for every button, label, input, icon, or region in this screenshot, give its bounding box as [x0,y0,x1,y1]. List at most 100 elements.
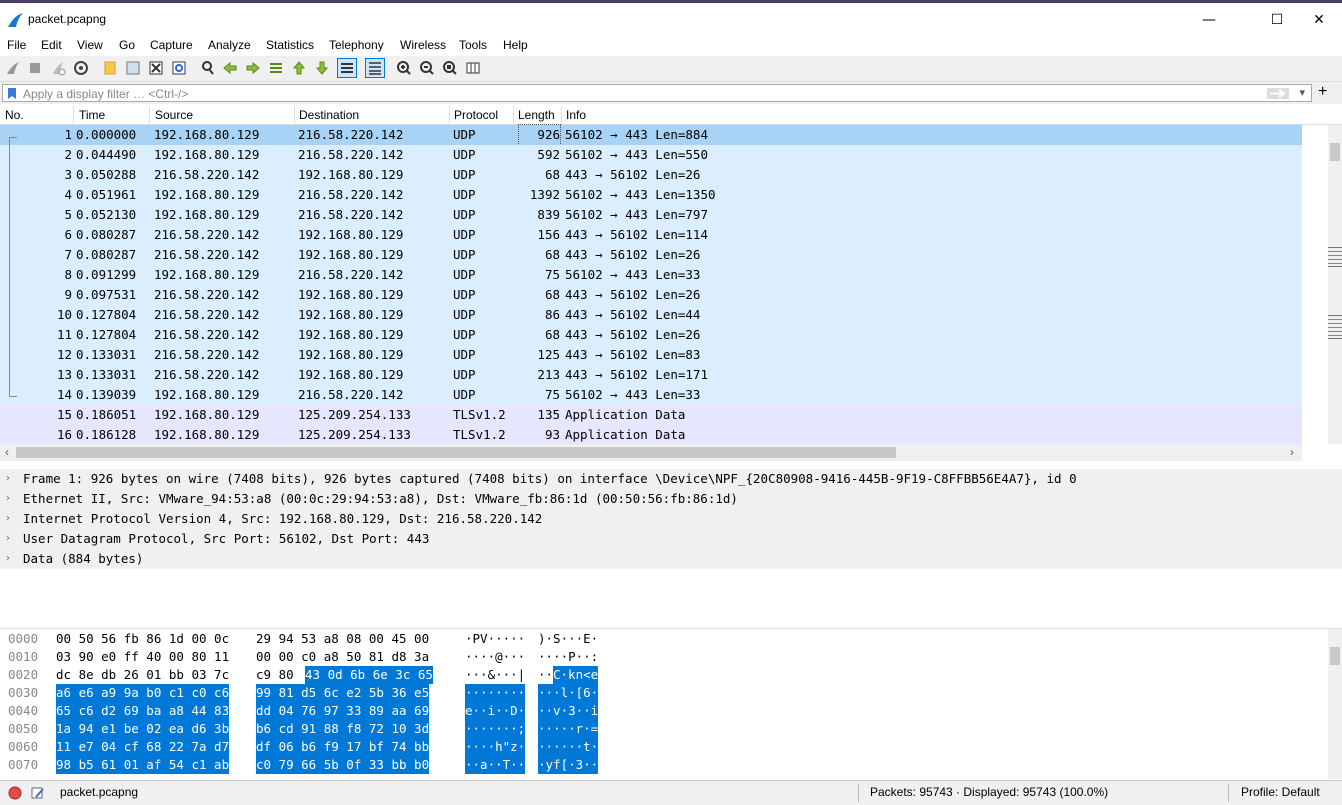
packet-row[interactable]: 2 0.044490 192.168.80.129 216.58.220.142 UDP… [0,145,1302,165]
menu-file[interactable]: File [7,38,26,52]
col-destination[interactable]: Destination [299,108,359,122]
col-source[interactable]: Source [155,108,193,122]
expert-info-icon[interactable] [8,786,22,800]
bytes-row[interactable]: 0070 98 b5 61 01 af 54 c1 ab c0 79 66 5b 0… [0,756,1320,774]
bytes-row[interactable]: 0010 03 90 e0 ff 40 00 80 11 00 00 c0 a8 5… [0,648,1320,666]
col-no[interactable]: No. [5,108,24,122]
packet-row[interactable]: 14 0.139039 192.168.80.129 216.58.220.142 UD… [0,385,1302,405]
normal-size-icon[interactable] [442,60,458,76]
go-to-packet-icon[interactable] [268,60,284,76]
packet-row[interactable]: 12 0.133031 216.58.220.142 192.168.80.129 UD… [0,345,1302,365]
go-back-icon[interactable] [222,60,238,76]
first-packet-icon[interactable] [291,60,307,76]
cell-info: 443 → 56102 Len=44 [565,307,701,322]
colorize-icon[interactable] [365,58,385,78]
apply-filter-icon[interactable] [1267,88,1289,99]
packet-row[interactable]: 6 0.080287 216.58.220.142 192.168.80.129 UDP… [0,225,1302,245]
cell-length: 75 [544,387,560,402]
expand-icon[interactable]: › [6,469,10,489]
menu-edit[interactable]: Edit [41,38,62,52]
bytes-row[interactable]: 0000 00 50 56 fb 86 1d 00 0c 29 94 53 a8 0… [0,630,1320,648]
packet-row[interactable]: 9 0.097531 216.58.220.142 192.168.80.129 UDP… [0,285,1302,305]
bytes-hex-selected: 43 0d 6b 6e 3c 65 [305,666,433,684]
col-info[interactable]: Info [566,108,586,122]
display-filter-input[interactable]: Apply a display filter … <Ctrl-/> ▾ [2,84,1312,102]
filter-history-dropdown[interactable]: ▾ [1299,86,1305,99]
minimize-button[interactable]: — [1186,7,1232,35]
zoom-out-icon[interactable] [419,60,435,76]
capture-options-icon[interactable] [73,60,89,76]
expand-icon[interactable]: › [6,549,10,569]
detail-frame[interactable]: › Frame 1: 926 bytes on wire (7408 bits),… [0,469,1342,489]
detail-data[interactable]: › Data (884 bytes) [0,549,1342,569]
bytes-row[interactable]: 0030 a6 e6 a9 9a b0 c1 c0 c6 99 81 d5 6c e… [0,684,1320,702]
packet-row[interactable]: 7 0.080287 216.58.220.142 192.168.80.129 UDP… [0,245,1302,265]
bytes-scrollbar[interactable] [1328,629,1342,779]
resize-columns-icon[interactable] [465,60,481,76]
packet-row[interactable]: 5 0.052130 192.168.80.129 216.58.220.142 UDP… [0,205,1302,225]
col-length[interactable]: Length [518,108,555,122]
menu-help[interactable]: Help [503,38,528,52]
expand-icon[interactable]: › [6,489,10,509]
cell-destination: 192.168.80.129 [298,347,404,362]
menu-capture[interactable]: Capture [150,38,193,52]
reload-file-icon[interactable] [171,60,187,76]
bytes-offset: 0060 [8,739,39,754]
packet-row[interactable]: 1 0.000000 192.168.80.129 216.58.220.142 UDP… [0,124,1302,146]
find-packet-icon[interactable] [200,60,216,76]
add-filter-button[interactable]: + [1318,83,1327,101]
start-capture-icon[interactable] [5,60,21,76]
packet-list-hscroll[interactable]: ‹ › [0,444,1302,461]
scroll-left-icon[interactable]: ‹ [5,445,9,459]
close-button[interactable]: ✕ [1296,7,1342,35]
scroll-right-icon[interactable]: › [1290,445,1294,459]
col-protocol[interactable]: Protocol [454,108,498,122]
menu-tools[interactable]: Tools [459,38,487,52]
bytes-row[interactable]: 0050 1a 94 e1 be 02 ea d6 3b b6 cd 91 88 f… [0,720,1320,738]
stop-capture-icon[interactable] [27,60,43,76]
cell-time: 0.080287 [76,227,137,242]
zoom-in-icon[interactable] [396,60,412,76]
expand-icon[interactable]: › [6,529,10,549]
detail-ipv4[interactable]: › Internet Protocol Version 4, Src: 192.1… [0,509,1342,529]
detail-udp[interactable]: › User Datagram Protocol, Src Port: 56102… [0,529,1342,549]
detail-ethernet[interactable]: › Ethernet II, Src: VMware_94:53:a8 (00:0… [0,489,1342,509]
conversation-bracket [9,137,17,397]
cell-protocol: UDP [453,347,476,362]
packet-row[interactable]: 11 0.127804 216.58.220.142 192.168.80.129 UD… [0,325,1302,345]
packet-row[interactable]: 8 0.091299 192.168.80.129 216.58.220.142 UDP… [0,265,1302,285]
menu-go[interactable]: Go [119,38,135,52]
open-file-icon[interactable] [102,60,118,76]
packet-row[interactable]: 13 0.133031 216.58.220.142 192.168.80.129 UD… [0,365,1302,385]
go-forward-icon[interactable] [245,60,261,76]
auto-scroll-icon[interactable] [337,58,357,78]
save-file-icon[interactable] [125,60,141,76]
status-profile[interactable]: Profile: Default [1241,785,1320,799]
cell-destination: 216.58.220.142 [298,127,404,142]
maximize-button[interactable]: ☐ [1254,7,1300,35]
bookmark-icon[interactable] [7,87,17,100]
expand-icon[interactable]: › [6,509,10,529]
packet-row[interactable]: 4 0.051961 192.168.80.129 216.58.220.142 UDP… [0,185,1302,205]
col-time[interactable]: Time [79,108,105,122]
menu-telephony[interactable]: Telephony [329,38,384,52]
bytes-row[interactable]: 0040 65 c6 d2 69 ba a8 44 83 dd 04 76 97 3… [0,702,1320,720]
menu-analyze[interactable]: Analyze [208,38,251,52]
capture-comment-icon[interactable] [31,786,45,800]
packet-row[interactable]: 3 0.050288 216.58.220.142 192.168.80.129 UDP… [0,165,1302,185]
packet-list-scrollbar[interactable] [1328,125,1342,444]
packet-row[interactable]: 10 0.127804 216.58.220.142 192.168.80.129 UD… [0,305,1302,325]
packet-row[interactable]: 16 0.186128 192.168.80.129 125.209.254.133 T… [0,425,1302,444]
close-file-icon[interactable] [148,60,164,76]
cell-protocol: UDP [453,207,476,222]
last-packet-icon[interactable] [314,60,330,76]
packet-row[interactable]: 15 0.186051 192.168.80.129 125.209.254.133 T… [0,405,1302,425]
bytes-row[interactable]: 0020 dc 8e db 26 01 bb 03 7c c9 80 43 0d 6b… [0,666,1320,684]
menu-statistics[interactable]: Statistics [266,38,314,52]
cell-info: 443 → 56102 Len=26 [565,247,701,262]
menu-view[interactable]: View [77,38,103,52]
cell-source: 216.58.220.142 [154,307,260,322]
menu-wireless[interactable]: Wireless [400,38,446,52]
restart-capture-icon[interactable] [50,60,66,76]
bytes-row[interactable]: 0060 11 e7 04 cf 68 22 7a d7 df 06 b6 f9 1… [0,738,1320,756]
